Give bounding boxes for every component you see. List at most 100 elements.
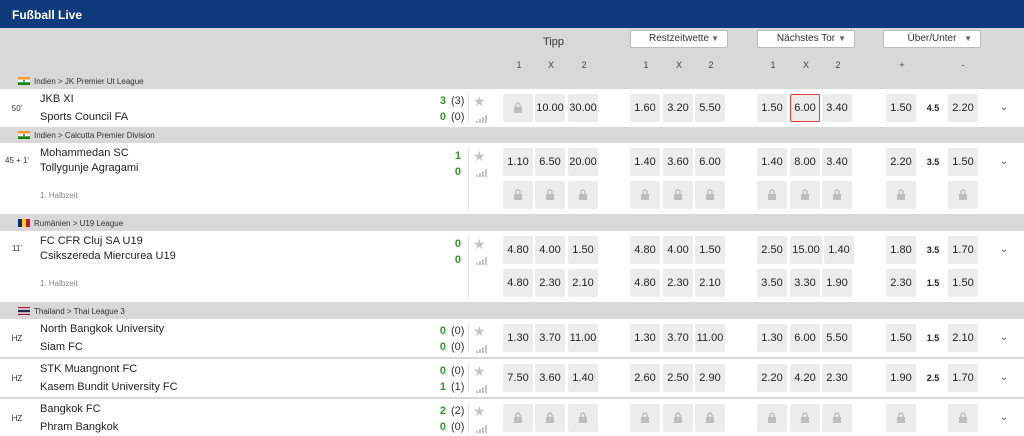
odd-next-2[interactable]: 2.30	[822, 364, 852, 392]
odd-rest-x[interactable]: 4.00	[663, 236, 693, 264]
odd-next-2[interactable]: 1.90	[822, 269, 852, 297]
odd-tipp-x[interactable]: 6.50	[535, 148, 565, 176]
odd-tipp-2[interactable]: 2.10	[568, 269, 598, 297]
odd-rest-2[interactable]: 5.50	[695, 94, 725, 122]
home-team[interactable]: Mohammedan SC	[40, 147, 129, 159]
odd-rest-2[interactable]: 1.50	[695, 236, 725, 264]
odd-over[interactable]: 1.90	[886, 364, 916, 392]
odd-next-x[interactable]: 6.00	[790, 324, 820, 352]
favorite-star-icon[interactable]: ★	[473, 148, 486, 165]
home-team[interactable]: North Bangkok University	[40, 323, 164, 335]
chevron-down-icon[interactable]: ⌄	[999, 372, 1009, 383]
odd-next-x[interactable]: 3.30	[790, 269, 820, 297]
odd-next-x[interactable]: 8.00	[790, 148, 820, 176]
odd-rest-x[interactable]: 3.60	[663, 148, 693, 176]
odd-under[interactable]: 1.50	[948, 269, 978, 297]
odd-next-x[interactable]: 4.20	[790, 364, 820, 392]
chevron-down-icon[interactable]: ⌄	[999, 412, 1009, 423]
odd-next-1[interactable]: 1.50	[757, 94, 787, 122]
odd-over[interactable]: 1.50	[886, 324, 916, 352]
away-team[interactable]: Siam FC	[40, 341, 83, 353]
away-team[interactable]: Sports Council FA	[40, 111, 128, 123]
naechstes-tor-dropdown[interactable]: Nächstes Tor ▼	[757, 30, 855, 48]
stats-icon[interactable]	[476, 425, 487, 433]
odd-rest-x[interactable]: 2.30	[663, 269, 693, 297]
odd-next-1[interactable]: 2.20	[757, 364, 787, 392]
odd-tipp-x[interactable]: 2.30	[535, 269, 565, 297]
odd-next-1[interactable]: 1.30	[757, 324, 787, 352]
match-row[interactable]: HZ Bangkok FC Phram Bangkok 2 (2) 0 (0) …	[0, 399, 1024, 436]
odd-rest-1[interactable]: 1.60	[630, 94, 660, 122]
odd-under[interactable]: 1.50	[948, 148, 978, 176]
odd-tipp-2[interactable]: 1.40	[568, 364, 598, 392]
odd-rest-1[interactable]: 1.40	[630, 148, 660, 176]
odd-rest-x[interactable]: 3.70	[663, 324, 693, 352]
odd-tipp-x[interactable]: 3.60	[535, 364, 565, 392]
odd-under[interactable]: 1.70	[948, 236, 978, 264]
match-row[interactable]: 50' JKB XI Sports Council FA 3 (3) 0 (0)…	[0, 89, 1024, 127]
odd-over[interactable]: 1.50	[886, 94, 916, 122]
stats-icon[interactable]	[476, 115, 487, 123]
stats-icon[interactable]	[476, 345, 487, 353]
chevron-down-icon[interactable]: ⌄	[999, 102, 1009, 113]
away-team[interactable]: Kasem Bundit University FC	[40, 381, 178, 393]
odd-rest-x[interactable]: 2.50	[663, 364, 693, 392]
match-row[interactable]: 45 + 1' Mohammedan SC Tollygunje Agragam…	[0, 143, 1024, 214]
odd-rest-x[interactable]: 3.20	[663, 94, 693, 122]
odd-tipp-1[interactable]: 1.30	[503, 324, 533, 352]
odd-next-2[interactable]: 1.40	[824, 236, 854, 264]
odd-over[interactable]: 2.20	[886, 148, 916, 176]
odd-rest-1[interactable]: 2.60	[630, 364, 660, 392]
odd-rest-2[interactable]: 6.00	[695, 148, 725, 176]
away-team[interactable]: Csikszereda Miercurea U19	[40, 250, 176, 262]
odd-next-1[interactable]: 1.40	[757, 148, 787, 176]
restzeitwette-dropdown[interactable]: Restzeitwette ▼	[630, 30, 728, 48]
favorite-star-icon[interactable]: ★	[473, 93, 486, 110]
home-team[interactable]: STK Muangnont FC	[40, 363, 137, 375]
odd-next-2[interactable]: 3.40	[822, 94, 852, 122]
odd-rest-1[interactable]: 1.30	[630, 324, 660, 352]
chevron-down-icon[interactable]: ⌄	[999, 332, 1009, 343]
odd-tipp-1[interactable]: 7.50	[503, 364, 533, 392]
match-row[interactable]: 11' FC CFR Cluj SA U19 Csikszereda Mierc…	[0, 231, 1024, 302]
odd-next-1[interactable]: 3.50	[757, 269, 787, 297]
odd-rest-1[interactable]: 4.80	[630, 269, 660, 297]
odd-tipp-x[interactable]: 4.00	[535, 236, 565, 264]
ueber-unter-dropdown[interactable]: Über/Unter ▼	[883, 30, 981, 48]
odd-next-2[interactable]: 5.50	[822, 324, 852, 352]
odd-over[interactable]: 1.80	[886, 236, 916, 264]
odd-next-x-selected[interactable]: 6.00	[790, 94, 820, 122]
away-team[interactable]: Phram Bangkok	[40, 421, 118, 433]
odd-rest-2[interactable]: 2.10	[695, 269, 725, 297]
stats-icon[interactable]	[476, 385, 487, 393]
away-team[interactable]: Tollygunje Agragami	[40, 162, 138, 174]
stats-icon[interactable]	[476, 257, 487, 265]
stats-icon[interactable]	[476, 169, 487, 177]
home-team[interactable]: Bangkok FC	[40, 403, 101, 415]
odd-rest-1[interactable]: 4.80	[630, 236, 660, 264]
odd-over[interactable]: 2.30	[886, 269, 916, 297]
favorite-star-icon[interactable]: ★	[473, 236, 486, 253]
odd-tipp-2[interactable]: 1.50	[568, 236, 598, 264]
odd-next-2[interactable]: 3.40	[822, 148, 852, 176]
odd-under[interactable]: 2.20	[948, 94, 978, 122]
odd-tipp-x[interactable]: 3.70	[535, 324, 565, 352]
match-row[interactable]: HZ STK Muangnont FC Kasem Bundit Univers…	[0, 359, 1024, 397]
odd-next-x[interactable]: 15.00	[790, 236, 822, 264]
odd-next-1[interactable]: 2.50	[757, 236, 787, 264]
odd-tipp-2[interactable]: 20.00	[568, 148, 598, 176]
home-team[interactable]: JKB XI	[40, 93, 74, 105]
odd-tipp-1[interactable]: 4.80	[503, 236, 533, 264]
odd-tipp-1[interactable]: 4.80	[503, 269, 533, 297]
match-row[interactable]: HZ North Bangkok University Siam FC 0 (0…	[0, 319, 1024, 357]
home-team[interactable]: FC CFR Cluj SA U19	[40, 235, 143, 247]
odd-under[interactable]: 2.10	[948, 324, 978, 352]
odd-tipp-2[interactable]: 11.00	[568, 324, 598, 352]
favorite-star-icon[interactable]: ★	[473, 403, 486, 420]
odd-tipp-2[interactable]: 30.00	[568, 94, 598, 122]
favorite-star-icon[interactable]: ★	[473, 363, 486, 380]
odd-tipp-1[interactable]: 1.10	[503, 148, 533, 176]
chevron-down-icon[interactable]: ⌄	[999, 244, 1009, 255]
odd-rest-2[interactable]: 11.00	[695, 324, 725, 352]
odd-tipp-x[interactable]: 10.00	[535, 94, 565, 122]
